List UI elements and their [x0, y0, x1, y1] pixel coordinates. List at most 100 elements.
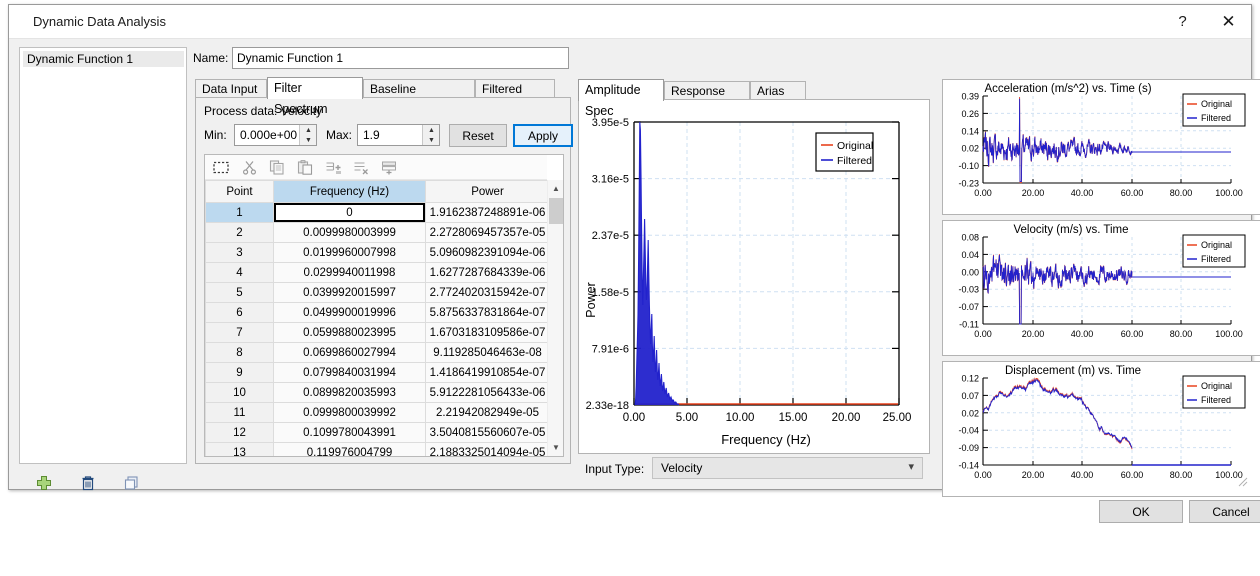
chevron-down-icon[interactable]: ▼ [423, 135, 440, 145]
name-input[interactable] [232, 47, 569, 69]
power-cell[interactable]: 5.9122281056433e-06 [426, 383, 548, 403]
table-row[interactable]: 101.9162387248891e-06 [206, 203, 548, 223]
cut-icon[interactable] [239, 158, 259, 177]
row-header-cell[interactable]: 6 [206, 303, 274, 323]
chevron-down-icon[interactable]: ▾ [908, 460, 914, 473]
table-row[interactable]: 40.02999400119981.6277287684339e-06 [206, 263, 548, 283]
frequency-cell[interactable]: 0.1099780043991 [274, 423, 426, 443]
row-header-cell[interactable]: 10 [206, 383, 274, 403]
column-header-power[interactable]: Power [426, 181, 548, 203]
power-cell[interactable]: 3.5040815560607e-05 [426, 423, 548, 443]
tab-filtered-data[interactable]: Filtered Data [475, 79, 555, 99]
frequency-cell[interactable]: 0.0599880023995 [274, 323, 426, 343]
power-cell[interactable]: 2.21942082949e-05 [426, 403, 548, 423]
row-header-cell[interactable]: 13 [206, 443, 274, 457]
frequency-cell[interactable]: 0.0499900019996 [274, 303, 426, 323]
chevron-up-icon[interactable]: ▲ [300, 125, 317, 135]
table-row[interactable]: 20.00999800039992.2728069457357e-05 [206, 223, 548, 243]
frequency-cell[interactable]: 0.0299940011998 [274, 263, 426, 283]
table-row[interactable]: 100.08998200359935.9122281056433e-06 [206, 383, 548, 403]
input-type-select[interactable]: Velocity ▾ [652, 457, 923, 479]
table-row[interactable]: 30.01999600079985.0960982391094e-06 [206, 243, 548, 263]
function-list[interactable]: Dynamic Function 1 [19, 47, 187, 464]
power-cell[interactable]: 5.8756337831864e-07 [426, 303, 548, 323]
tab-arias-int[interactable]: Arias Int [750, 81, 806, 101]
power-cell[interactable]: 2.7724020315942e-07 [426, 283, 548, 303]
displacement-chart[interactable]: 0.12 0.07 0.02 -0.04 -0.09 -0.14 0.00 20… [942, 361, 1260, 497]
frequency-cell[interactable]: 0.0999800039992 [274, 403, 426, 423]
row-header-cell[interactable]: 1 [206, 203, 274, 223]
row-header-cell[interactable]: 5 [206, 283, 274, 303]
table-row[interactable]: 70.05998800239951.6703183109586e-07 [206, 323, 548, 343]
power-cell[interactable]: 1.9162387248891e-06 [426, 203, 548, 223]
power-cell[interactable]: 9.119285046463e-08 [426, 343, 548, 363]
row-header-cell[interactable]: 3 [206, 243, 274, 263]
table-row[interactable]: 90.07998400319941.4186419910854e-07 [206, 363, 548, 383]
delete-function-icon[interactable] [75, 470, 101, 496]
apply-button[interactable]: Apply [513, 124, 573, 147]
velocity-chart[interactable]: 0.08 0.04 0.00 -0.03 -0.07 -0.11 0.00 20… [942, 220, 1260, 356]
tab-filter-spectrum[interactable]: Filter Spectrum [267, 77, 363, 99]
row-header-cell[interactable]: 8 [206, 343, 274, 363]
max-spinner-arrows[interactable]: ▲ ▼ [422, 125, 439, 145]
resize-grip[interactable] [1235, 474, 1248, 487]
power-cell[interactable]: 1.6703183109586e-07 [426, 323, 548, 343]
min-spinner-arrows[interactable]: ▲ ▼ [299, 125, 316, 145]
frequency-cell[interactable]: 0.0199960007998 [274, 243, 426, 263]
frequency-cell[interactable]: 0.0799840031994 [274, 363, 426, 383]
power-cell[interactable]: 1.4186419910854e-07 [426, 363, 548, 383]
close-icon[interactable]: ✕ [1206, 5, 1251, 38]
power-cell[interactable]: 5.0960982391094e-06 [426, 243, 548, 263]
scroll-down-icon[interactable]: ▼ [548, 439, 564, 456]
row-header-cell[interactable]: 12 [206, 423, 274, 443]
scrollbar-thumb[interactable] [549, 198, 563, 224]
tab-amplitude-spec[interactable]: Amplitude Spec [578, 79, 664, 101]
copy-icon[interactable] [267, 158, 287, 177]
chevron-up-icon[interactable]: ▲ [423, 125, 440, 135]
scroll-up-icon[interactable]: ▲ [548, 180, 564, 197]
row-header-cell[interactable]: 7 [206, 323, 274, 343]
row-header-cell[interactable]: 11 [206, 403, 274, 423]
tab-baseline-correction[interactable]: Baseline Correction [363, 79, 475, 99]
help-icon[interactable]: ? [1160, 5, 1205, 38]
table-vertical-scrollbar[interactable]: ▲ ▼ [547, 180, 563, 456]
power-cell[interactable]: 1.6277287684339e-06 [426, 263, 548, 283]
list-item[interactable]: Dynamic Function 1 [23, 51, 184, 67]
insert-row-icon[interactable] [323, 158, 343, 177]
min-spinner[interactable]: 0.000e+00 ▲ ▼ [234, 124, 317, 146]
frequency-cell[interactable]: 0.0099980003999 [274, 223, 426, 243]
cancel-button[interactable]: Cancel [1189, 500, 1260, 523]
add-function-icon[interactable] [31, 470, 57, 496]
ok-button[interactable]: OK [1099, 500, 1183, 523]
row-header-cell[interactable]: 2 [206, 223, 274, 243]
column-header-point[interactable]: Point [206, 181, 274, 203]
max-spinner[interactable]: 1.9 ▲ ▼ [357, 124, 440, 146]
select-all-icon[interactable] [211, 158, 231, 177]
row-header-cell[interactable]: 4 [206, 263, 274, 283]
frequency-cell[interactable]: 0.119976004799 [274, 443, 426, 457]
power-cell[interactable]: 2.1883325014094e-05 [426, 443, 548, 457]
append-row-icon[interactable] [379, 158, 399, 177]
power-cell[interactable]: 2.2728069457357e-05 [426, 223, 548, 243]
frequency-cell[interactable]: 0.0699860027994 [274, 343, 426, 363]
duplicate-function-icon[interactable] [119, 470, 145, 496]
frequency-cell[interactable]: 0.0899820035993 [274, 383, 426, 403]
reset-button[interactable]: Reset [449, 124, 507, 147]
delete-row-icon[interactable] [351, 158, 371, 177]
acceleration-chart[interactable]: 0.39 0.26 0.14 0.02 -0.10 -0.23 0.00 20.… [942, 79, 1260, 215]
table-row[interactable]: 110.09998000399922.21942082949e-05 [206, 403, 548, 423]
table-grid[interactable]: Point Frequency (Hz) Power 101.916238724… [205, 180, 547, 456]
tab-data-input[interactable]: Data Input [195, 79, 267, 99]
row-header-cell[interactable]: 9 [206, 363, 274, 383]
table-row[interactable]: 80.06998600279949.119285046463e-08 [206, 343, 548, 363]
table-row[interactable]: 50.03999200159972.7724020315942e-07 [206, 283, 548, 303]
table-row[interactable]: 60.04999000199965.8756337831864e-07 [206, 303, 548, 323]
table-row[interactable]: 120.10997800439913.5040815560607e-05 [206, 423, 548, 443]
tab-response-spec[interactable]: Response Spec [664, 81, 750, 101]
table-row[interactable]: 130.1199760047992.1883325014094e-05 [206, 443, 548, 457]
paste-icon[interactable] [295, 158, 315, 177]
amplitude-spectrum-chart[interactable]: 3.95e-5 3.16e-5 2.37e-5 1.58e-5 7.91e-6 … [578, 99, 930, 454]
chevron-down-icon[interactable]: ▼ [300, 135, 317, 145]
frequency-cell[interactable]: 0.0399920015997 [274, 283, 426, 303]
column-header-frequency[interactable]: Frequency (Hz) [274, 181, 426, 203]
